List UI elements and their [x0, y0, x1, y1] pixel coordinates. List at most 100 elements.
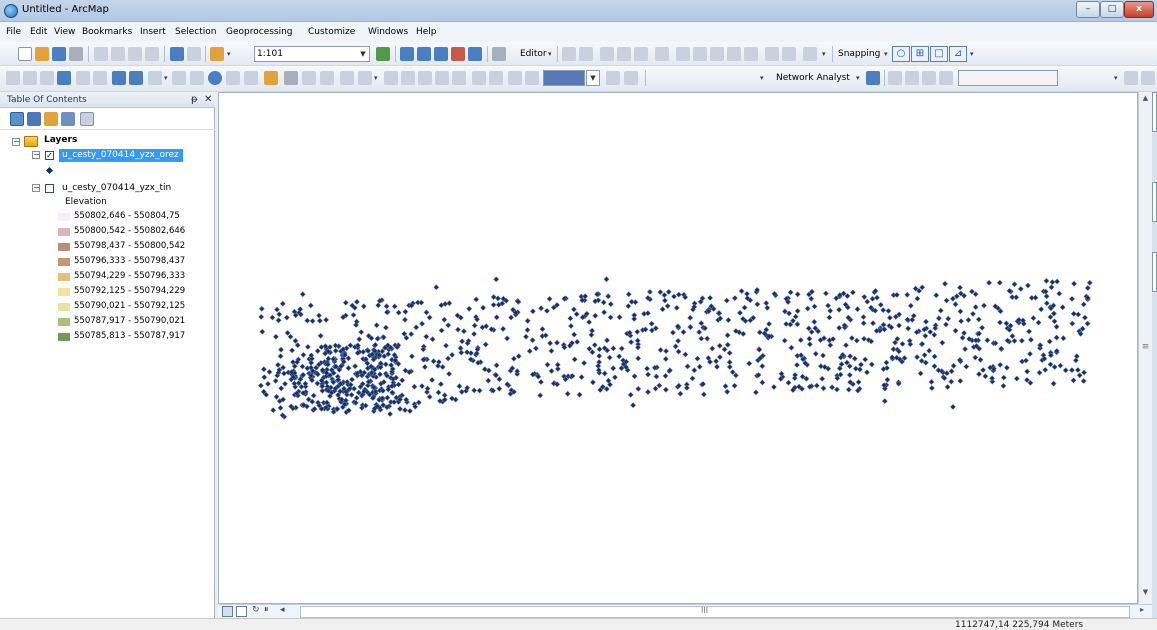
collapse-layer-orez-toggle[interactable]: − [32, 151, 40, 159]
print-icon[interactable] [69, 47, 83, 61]
redo-icon[interactable] [187, 47, 201, 61]
list-by-selection-icon[interactable] [61, 112, 75, 126]
table-of-contents-icon[interactable] [400, 47, 414, 61]
layout-view-button[interactable] [236, 606, 247, 617]
paste-icon[interactable] [128, 47, 142, 61]
pan-icon[interactable] [40, 71, 54, 85]
menu-geoprocessing[interactable]: Geoprocessing [226, 27, 293, 37]
add-data-icon[interactable] [210, 47, 224, 61]
scroll-grip-icon[interactable]: III [701, 606, 708, 615]
arctoolbox-icon[interactable] [451, 47, 465, 61]
menu-windows[interactable]: Windows [368, 27, 408, 37]
vertex-snapping-icon[interactable]: □ [930, 46, 948, 62]
menu-insert[interactable]: Insert [140, 27, 166, 37]
editor-more-icon[interactable]: ▾ [822, 50, 826, 58]
legend-swatch[interactable] [58, 228, 70, 236]
model-builder-icon[interactable] [492, 47, 506, 61]
maximize-button[interactable]: □ [1100, 1, 1124, 18]
add-data-dropdown-icon[interactable]: ▾ [227, 50, 231, 58]
end-snapping-icon[interactable]: ⊞ [911, 46, 929, 62]
zoom-out-icon[interactable] [23, 71, 37, 85]
menu-file[interactable]: File [6, 27, 21, 37]
scroll-down-icon[interactable]: ▼ [1139, 588, 1152, 596]
snapping-menu[interactable]: Snapping [838, 49, 880, 59]
toolbar-overflow-icon[interactable]: ▾ [1114, 74, 1118, 82]
minimize-button[interactable]: – [1076, 1, 1100, 18]
menu-selection[interactable]: Selection [175, 27, 216, 37]
list-by-visibility-icon[interactable] [44, 112, 58, 126]
find-icon[interactable] [284, 71, 298, 85]
list-by-drawing-order-icon[interactable] [10, 112, 24, 126]
layer-orez-name[interactable]: u_cesty_070414_yzx_orez [62, 150, 179, 160]
delete-icon[interactable] [145, 47, 159, 61]
back-extent-icon[interactable] [112, 71, 126, 85]
measure-icon[interactable] [264, 71, 278, 85]
clear-selection-icon[interactable] [172, 71, 186, 85]
menu-edit[interactable]: Edit [30, 27, 47, 37]
list-by-source-icon[interactable] [27, 112, 41, 126]
legend-swatch[interactable] [58, 288, 70, 296]
search-window-icon[interactable] [434, 47, 448, 61]
time-slider-icon[interactable] [340, 71, 354, 85]
scroll-left-icon[interactable]: ◂ [280, 605, 285, 615]
go-to-xy-icon[interactable] [320, 71, 334, 85]
new-document-icon[interactable] [18, 47, 32, 61]
collapse-layers-toggle[interactable]: − [12, 138, 20, 146]
legend-swatch[interactable] [58, 318, 70, 326]
chevron-down-icon[interactable]: ▼ [358, 48, 368, 60]
select-elements-icon[interactable] [190, 71, 204, 85]
toolbox-dock-tab[interactable] [1152, 252, 1157, 292]
catalog-icon[interactable] [417, 47, 431, 61]
full-extent-icon[interactable] [57, 71, 71, 85]
zoom-in-icon[interactable] [6, 71, 20, 85]
legend-swatch[interactable] [58, 273, 70, 281]
legend-swatch[interactable] [58, 243, 70, 251]
scroll-up-icon[interactable]: ▲ [1139, 94, 1152, 102]
network-analyst-dropdown-icon[interactable]: ▾ [856, 74, 860, 82]
point-features-layer[interactable] [219, 93, 1139, 605]
legend-swatch[interactable] [58, 213, 70, 221]
layers-root-label[interactable]: Layers [44, 135, 77, 145]
forward-extent-icon[interactable] [129, 71, 143, 85]
refresh-icon[interactable]: ↻ [252, 605, 260, 615]
find-route-icon[interactable] [302, 71, 316, 85]
fixed-zoom-out-icon[interactable] [93, 71, 107, 85]
create-viewer-icon[interactable] [358, 71, 372, 85]
html-popup-icon[interactable] [244, 71, 258, 85]
toc-options-icon[interactable] [80, 112, 94, 126]
cut-icon[interactable] [94, 47, 108, 61]
network-analyst-menu[interactable]: Network Analyst [776, 73, 850, 83]
point-snapping-icon[interactable]: ○ [892, 46, 910, 62]
map-display[interactable] [218, 92, 1138, 604]
pin-icon[interactable]: ᵽ [191, 94, 198, 105]
collapse-layer-tin-toggle[interactable]: − [32, 184, 40, 192]
legend-swatch[interactable] [58, 258, 70, 266]
hyperlink-icon[interactable] [226, 71, 240, 85]
fixed-zoom-in-icon[interactable] [76, 71, 90, 85]
menu-bookmarks[interactable]: Bookmarks [82, 27, 132, 37]
snapping-more-icon[interactable]: ▾ [970, 50, 974, 58]
menu-view[interactable]: View [54, 27, 75, 37]
identify-icon[interactable] [208, 71, 222, 85]
menu-help[interactable]: Help [416, 27, 437, 37]
save-icon[interactable] [52, 47, 66, 61]
scroll-grip-icon[interactable]: ≡ [1139, 342, 1152, 352]
vertical-scrollbar[interactable]: ▲ ≡ ▼ [1138, 92, 1152, 604]
layer-orez-checkbox[interactable]: ✓ [45, 151, 54, 160]
network-options-icon[interactable]: ▾ [760, 74, 764, 82]
legend-swatch[interactable] [58, 333, 70, 341]
undo-icon[interactable] [170, 47, 184, 61]
network-analyst-window-icon[interactable] [866, 71, 880, 85]
editor-menu[interactable]: Editor [520, 49, 547, 59]
python-window-icon[interactable] [468, 47, 482, 61]
copy-icon[interactable] [111, 47, 125, 61]
search-dock-tab[interactable] [1152, 182, 1157, 222]
point-symbol-icon[interactable] [45, 166, 54, 175]
layer-tin-name[interactable]: u_cesty_070414_yzx_tin [62, 183, 171, 193]
select-dropdown-icon[interactable]: ▾ [164, 74, 168, 82]
horizontal-scrollbar[interactable]: III [300, 606, 1130, 618]
editor-dropdown-icon[interactable]: ▾ [548, 50, 552, 58]
data-view-button[interactable] [222, 606, 233, 617]
pause-drawing-icon[interactable]: ⏸ [264, 605, 269, 615]
scroll-right-icon[interactable]: ▸ [1140, 605, 1144, 614]
